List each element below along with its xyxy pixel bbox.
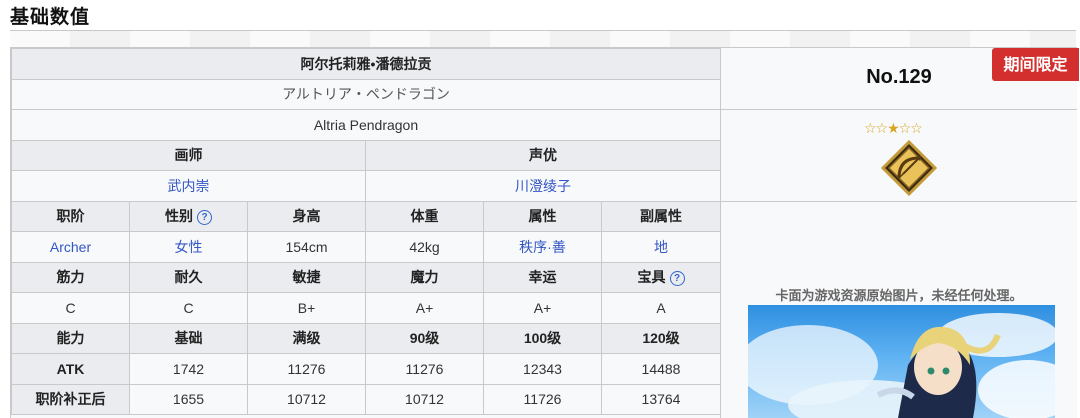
class-link[interactable]: Archer (50, 239, 91, 255)
table-cell: 12343 (483, 353, 602, 385)
param-header-row: 筋力 耐久 敏捷 魔力 幸运 宝具? (11, 261, 721, 293)
table-cell: C (11, 292, 130, 324)
stat-header-row: 能力 基础 满级 90级 100级 120级 (11, 322, 721, 354)
voice-actor-link[interactable]: 川澄绫子 (515, 178, 571, 194)
table-cell: B+ (247, 292, 366, 324)
archer-class-icon (881, 140, 937, 196)
help-icon[interactable]: ? (197, 210, 212, 226)
voice-label: 声优 (365, 139, 721, 171)
table-cell: 基础 (129, 322, 248, 354)
table-cell: 42kg (365, 231, 484, 263)
servant-info-box: 阿尔托莉雅•潘德拉贡 アルトリア・ペンドラゴン Altria Pendragon… (10, 47, 1079, 418)
table-cell: 筋力 (11, 261, 130, 293)
name-jp: アルトリア・ペンドラゴン (11, 78, 721, 110)
atk-corrected-row: 职阶补正后 1655 10712 10712 11726 13764 (11, 383, 721, 415)
table-cell: 宝具 (637, 269, 666, 286)
table-cell: A (601, 292, 721, 324)
illustrator-link[interactable]: 武内崇 (168, 178, 210, 194)
rarity-box: ☆☆★☆☆ (721, 110, 1077, 202)
name-en: Altria Pendragon (11, 109, 721, 141)
limited-badge: 期间限定 (992, 48, 1079, 81)
table-cell: C (129, 292, 248, 324)
table-cell: 职阶补正后 (11, 383, 130, 415)
table-cell: 154cm (247, 231, 366, 263)
table-cell: A+ (365, 292, 484, 324)
illustrator-label: 画师 (11, 139, 366, 171)
table-cell: 属性 (483, 200, 602, 232)
gender-link[interactable]: 女性 (175, 239, 203, 255)
param-value-row: C C B+ A+ A+ A (11, 292, 721, 324)
table-cell: 13764 (601, 383, 721, 415)
image-note: 卡面为游戏资源原始图片，未经任何处理。 (775, 288, 1023, 303)
table-cell: 100级 (483, 322, 602, 354)
help-icon[interactable]: ? (669, 271, 685, 287)
table-cell: 11726 (483, 383, 602, 415)
servant-number-box: No.129 期间限定 (721, 48, 1079, 110)
table-cell: 身高 (247, 200, 366, 232)
table-cell: 10712 (365, 383, 484, 415)
table-cell: 副属性 (601, 200, 721, 232)
table-cell: 敏捷 (247, 261, 366, 293)
table-cell: 1655 (129, 383, 248, 415)
attr-value-row: Archer 女性 154cm 42kg 秩序·善 地 (11, 231, 721, 263)
rarity-stars-icon: ☆☆★☆☆ (864, 120, 923, 136)
servant-side-panel: No.129 期间限定 ☆☆★☆☆ 卡面为游戏资源原始图片，未经任何处理。 (720, 48, 1079, 418)
name-cn: 阿尔托莉雅•潘德拉贡 (11, 48, 721, 80)
table-cell: 能力 (11, 322, 130, 354)
table-cell: 满级 (247, 322, 366, 354)
table-cell: 90级 (365, 322, 484, 354)
table-cell: 14488 (601, 353, 721, 385)
section-title: 基础数值 (10, 6, 91, 28)
atk-row: ATK 1742 11276 11276 12343 14488 (11, 353, 721, 385)
attr-header-row: 职阶 性别? 身高 体重 属性 副属性 (11, 200, 721, 232)
table-cell: ATK (11, 353, 130, 385)
table-cell: 120级 (601, 322, 721, 354)
servant-card-image[interactable] (748, 305, 1055, 418)
table-cell: 11276 (247, 353, 366, 385)
card-art-icon (748, 313, 1055, 418)
table-cell: 幸运 (483, 261, 602, 293)
table-cell: 11276 (365, 353, 484, 385)
table-cell: 10712 (247, 383, 366, 415)
attribute-link[interactable]: 地 (654, 239, 668, 255)
table-cell: 耐久 (129, 261, 248, 293)
table-cell: A+ (483, 292, 602, 324)
alignment-link[interactable]: 秩序·善 (519, 239, 566, 255)
table-cell: 魔力 (365, 261, 484, 293)
servant-stats-table: 阿尔托莉雅•潘德拉贡 アルトリア・ペンドラゴン Altria Pendragon… (11, 48, 721, 415)
table-cell: 1742 (129, 353, 248, 385)
table-cell: 职阶 (11, 200, 130, 232)
table-cell: 体重 (365, 200, 484, 232)
table-cell: 性别 (165, 208, 193, 225)
